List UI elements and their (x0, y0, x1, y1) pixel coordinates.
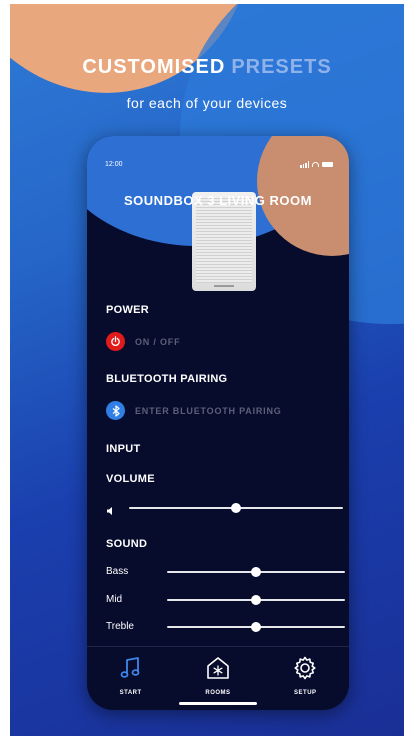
speaker-logo (214, 285, 234, 287)
signal-icon (300, 160, 309, 168)
home-indicator (179, 702, 257, 705)
gear-icon (292, 655, 318, 686)
bass-slider-knob[interactable] (251, 567, 261, 577)
tab-rooms-label: ROOMS (205, 690, 231, 696)
status-bar: 12:00 (105, 158, 333, 170)
input-heading[interactable]: INPUT (106, 443, 141, 455)
headline-accent: PRESETS (231, 56, 332, 78)
power-heading: POWER (106, 304, 150, 316)
volume-slider-knob[interactable] (231, 503, 241, 513)
bass-slider[interactable] (167, 567, 345, 577)
device-title: SOUNDBOX 3 LIVING ROOM (124, 193, 312, 208)
power-icon[interactable] (106, 332, 125, 351)
bluetooth-pairing-row[interactable]: ENTER BLUETOOTH PAIRING (106, 401, 282, 420)
volume-heading: VOLUME (106, 473, 155, 485)
tab-setup[interactable]: SETUP (275, 655, 335, 696)
power-toggle-label: ON / OFF (135, 336, 181, 347)
speaker-grill (196, 198, 252, 283)
power-row[interactable]: ON / OFF (106, 332, 180, 351)
promo-headline: CUSTOMISED PRESETS (10, 56, 404, 79)
bluetooth-icon[interactable] (106, 401, 125, 420)
bluetooth-pairing-label: ENTER BLUETOOTH PAIRING (135, 405, 282, 416)
volume-slider[interactable] (129, 503, 343, 513)
status-time: 12:00 (105, 160, 123, 168)
tab-rooms[interactable]: ROOMS (188, 655, 248, 696)
bluetooth-heading: BLUETOOTH PAIRING (106, 373, 228, 385)
wifi-icon (312, 161, 319, 167)
promo-frame: CUSTOMISED PRESETS for each of your devic… (10, 4, 404, 736)
tab-setup-label: SETUP (294, 690, 317, 696)
treble-slider[interactable] (167, 622, 345, 632)
treble-label: Treble (106, 621, 134, 632)
rooms-icon (205, 655, 231, 686)
sound-heading: SOUND (106, 538, 148, 550)
mid-slider[interactable] (167, 595, 345, 605)
tab-start-label: START (119, 690, 142, 696)
tab-bar: START ROOMS SETUP (87, 646, 349, 710)
mid-label: Mid (106, 594, 123, 605)
treble-slider-knob[interactable] (251, 622, 261, 632)
music-note-icon (118, 655, 144, 686)
headline-main: CUSTOMISED (82, 56, 226, 78)
mid-slider-knob[interactable] (251, 595, 261, 605)
tab-start[interactable]: START (101, 655, 161, 696)
status-icons (300, 160, 333, 168)
phone-mockup: 12:00 SOUNDBOX 3 LIVING ROOM POWER ON / … (87, 136, 349, 710)
bass-label: Bass (106, 566, 129, 577)
promo-subline: for each of your devices (126, 95, 288, 111)
speaker-volume-icon (106, 503, 116, 521)
battery-icon (322, 161, 333, 167)
